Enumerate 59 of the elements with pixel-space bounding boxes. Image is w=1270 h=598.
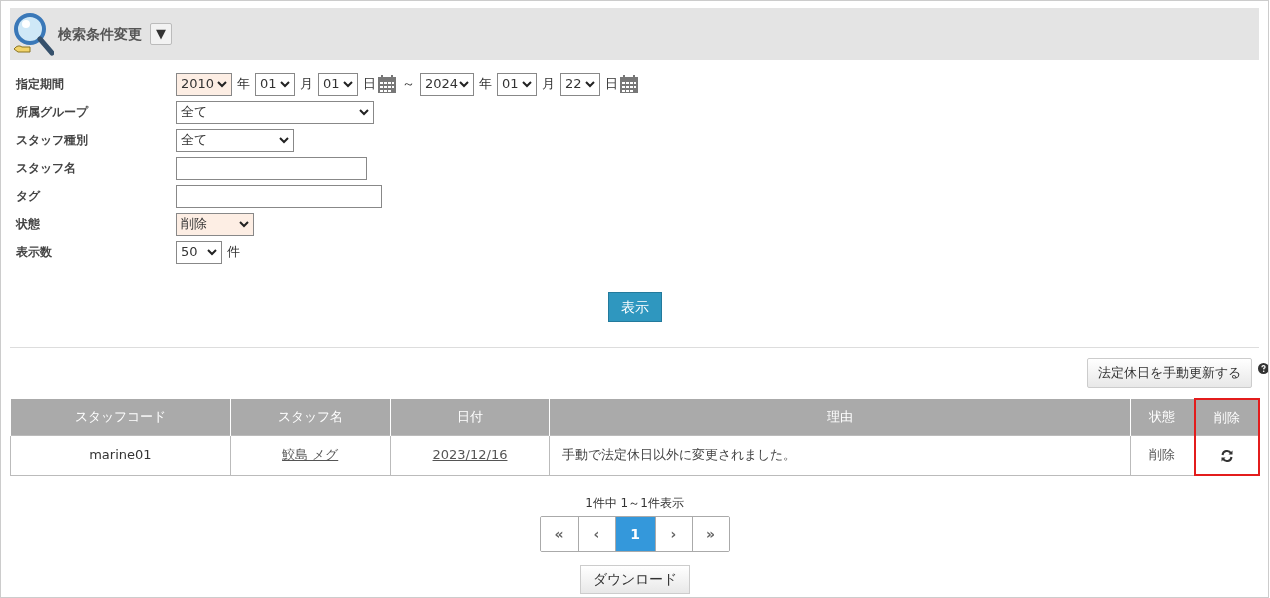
text-input-field[interactable] — [176, 156, 367, 180]
select-field[interactable]: 01 — [497, 72, 537, 96]
select-field[interactable]: 2024 — [420, 72, 474, 96]
unit-label: 件 — [227, 243, 240, 262]
unit-label: 月 — [300, 75, 313, 94]
filter-label: 表示数 — [15, 244, 53, 261]
chevron-icon — [459, 80, 469, 88]
chevron-icon — [279, 136, 289, 144]
column-header: 日付 — [390, 399, 550, 435]
column-header: 削除 — [1195, 399, 1259, 435]
filter-label: タグ — [15, 188, 42, 205]
chevron-icon — [239, 220, 249, 228]
pagination-summary: 1件中 1～1件表示 — [585, 495, 684, 512]
filter-label: スタッフ名 — [15, 160, 77, 177]
select-field[interactable]: 全て — [176, 100, 374, 124]
calendar-icon[interactable] — [377, 74, 397, 94]
table-cell: 手動で法定休日以外に変更されました。 — [549, 435, 1131, 475]
select-field[interactable]: 01 — [318, 72, 358, 96]
select-field[interactable]: 22 — [560, 72, 600, 96]
select-field[interactable]: 2010 — [176, 72, 232, 96]
staff-name-link[interactable]: 鮫島 メグ — [282, 447, 339, 463]
unit-label: ～ — [402, 75, 415, 94]
help-icon[interactable] — [1258, 362, 1268, 374]
unit-label: 月 — [542, 75, 555, 94]
chevron-icon — [343, 80, 353, 88]
chevron-icon — [280, 80, 290, 88]
column-header: スタッフ名 — [230, 399, 391, 435]
filter-label: 指定期間 — [15, 76, 65, 93]
page-button[interactable]: » — [691, 517, 729, 551]
calendar-icon[interactable] — [619, 74, 639, 94]
column-header: スタッフコード — [10, 399, 231, 435]
select-field[interactable]: 50 — [176, 240, 222, 264]
select-field[interactable]: 01 — [255, 72, 295, 96]
filter-label: 所属グループ — [15, 104, 90, 121]
unit-label: 日 — [605, 75, 618, 94]
chevron-icon — [359, 108, 369, 116]
select-field[interactable]: 削除 — [176, 212, 254, 236]
panel-title: 検索条件変更 — [58, 24, 142, 44]
select-field[interactable]: 全て — [176, 128, 294, 152]
table-cell: marine01 — [10, 435, 231, 475]
chevron-icon — [522, 80, 532, 88]
update-holidays-button[interactable]: 法定休日を手動更新する — [1087, 358, 1252, 388]
chevron-icon — [585, 80, 595, 88]
table-cell: 削除 — [1130, 435, 1196, 475]
filter-label: 状態 — [14, 216, 41, 233]
unit-label: 日 — [363, 75, 376, 94]
column-header: 理由 — [549, 399, 1131, 435]
filter-label: スタッフ種別 — [15, 132, 89, 149]
chevron-icon — [207, 248, 217, 256]
restore-icon[interactable] — [1220, 448, 1234, 463]
unit-label: 年 — [479, 75, 492, 94]
text-input-field[interactable] — [176, 184, 382, 208]
magnifier-icon — [12, 11, 54, 57]
column-header: 状態 — [1130, 399, 1196, 435]
toggle-button[interactable]: ▼ — [150, 23, 172, 45]
chevron-icon — [217, 80, 227, 88]
date-link[interactable]: 2023/12/16 — [432, 447, 508, 463]
unit-label: 年 — [237, 75, 250, 94]
download-button[interactable]: ダウンロード — [579, 565, 690, 594]
